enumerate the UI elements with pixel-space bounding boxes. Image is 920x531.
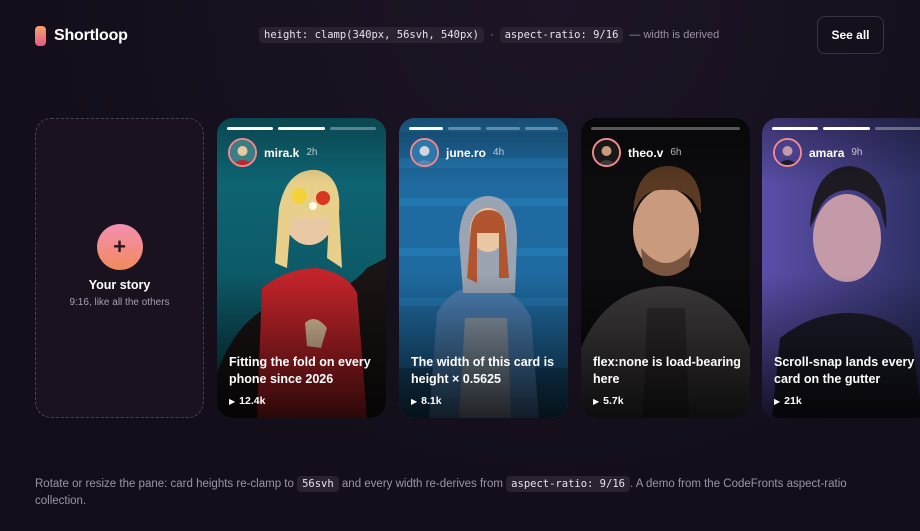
progress-bar: [772, 127, 920, 130]
story-caption: flex:none is load-bearing here: [593, 355, 741, 386]
progress-segment: [591, 127, 740, 130]
story-username[interactable]: theo.v: [628, 146, 663, 160]
progress-segment: [329, 127, 376, 130]
footer-note: Rotate or resize the pane: card heights …: [35, 476, 885, 510]
progress-segment: [486, 127, 520, 130]
avatar[interactable]: [592, 138, 621, 167]
story-age: 2h: [306, 147, 318, 158]
progress-segment: [227, 127, 274, 130]
story-age: 6h: [670, 147, 682, 158]
your-story-card[interactable]: + Your story 9:16, like all the others: [35, 118, 204, 418]
see-all-button[interactable]: See all: [817, 16, 884, 54]
play-icon: ▶: [229, 396, 236, 406]
brand-name: Shortloop: [54, 27, 128, 44]
story-caption: Fitting the fold on every phone since 20…: [229, 355, 371, 386]
layout-hint: height: clamp(340px, 56svh, 540px) · asp…: [259, 27, 719, 43]
avatar[interactable]: [773, 138, 802, 167]
story-card[interactable]: june.ro 4h The width of this card is hei…: [399, 118, 568, 418]
derived-note: — width is derived: [629, 29, 720, 41]
avatar[interactable]: [410, 138, 439, 167]
progress-bar: [409, 127, 558, 130]
story-author[interactable]: mira.k 2h: [228, 138, 317, 167]
story-views: ▶ 12.4k: [229, 395, 265, 407]
story-caption: Scroll-snap lands every card on the gutt…: [774, 355, 915, 386]
play-icon: ▶: [411, 396, 418, 406]
story-card[interactable]: mira.k 2h Fitting the fold on every phon…: [217, 118, 386, 418]
hint-separator: ·: [489, 29, 494, 41]
story-card[interactable]: theo.v 6h flex:none is load-bearing here…: [581, 118, 750, 418]
story-views: ▶ 21k: [774, 395, 802, 407]
story-author[interactable]: june.ro 4h: [410, 138, 504, 167]
story-card[interactable]: amara 9h Scroll-snap lands every card on…: [762, 118, 920, 418]
story-username[interactable]: amara: [809, 146, 844, 160]
view-count: 12.4k: [239, 395, 266, 407]
view-count: 8.1k: [421, 395, 442, 407]
progress-bar: [227, 127, 376, 130]
progress-segment: [823, 127, 870, 130]
top-bar: Shortloop height: clamp(340px, 56svh, 54…: [0, 0, 920, 72]
play-icon: ▶: [593, 396, 600, 406]
footer-text-2: and every width re-derives from: [341, 478, 503, 490]
footer-text-1: Rotate or resize the pane: card heights …: [35, 478, 294, 490]
height-code: height: clamp(340px, 56svh, 540px): [259, 27, 484, 43]
progress-segment: [772, 127, 819, 130]
story-age: 4h: [493, 147, 505, 158]
your-story-subtitle: 9:16, like all the others: [69, 297, 170, 308]
story-author[interactable]: theo.v 6h: [592, 138, 681, 167]
progress-segment: [874, 127, 920, 130]
your-story-title: Your story: [88, 278, 151, 292]
play-icon: ▶: [774, 396, 781, 406]
brand-logo[interactable]: Shortloop: [35, 26, 128, 46]
story-caption: The width of this card is height × 0.562…: [411, 355, 555, 386]
story-author[interactable]: amara 9h: [773, 138, 863, 167]
progress-segment: [524, 127, 558, 130]
story-rail[interactable]: + Your story 9:16, like all the others m…: [35, 118, 920, 418]
progress-segment: [278, 127, 325, 130]
story-username[interactable]: mira.k: [264, 146, 299, 160]
avatar[interactable]: [228, 138, 257, 167]
story-views: ▶ 8.1k: [411, 395, 442, 407]
view-count: 5.7k: [603, 395, 624, 407]
progress-bar: [591, 127, 740, 130]
story-username[interactable]: june.ro: [446, 146, 486, 160]
ratio-code: aspect-ratio: 9/16: [499, 27, 624, 43]
story-views: ▶ 5.7k: [593, 395, 624, 407]
logo-mark-icon: [35, 26, 46, 46]
story-age: 9h: [851, 147, 863, 158]
footer-code-2: aspect-ratio: 9/16: [506, 476, 630, 492]
add-story-icon[interactable]: +: [96, 224, 143, 270]
footer-code-1: 56svh: [297, 476, 339, 492]
progress-segment: [409, 127, 443, 130]
progress-segment: [447, 127, 481, 130]
view-count: 21k: [784, 395, 802, 407]
